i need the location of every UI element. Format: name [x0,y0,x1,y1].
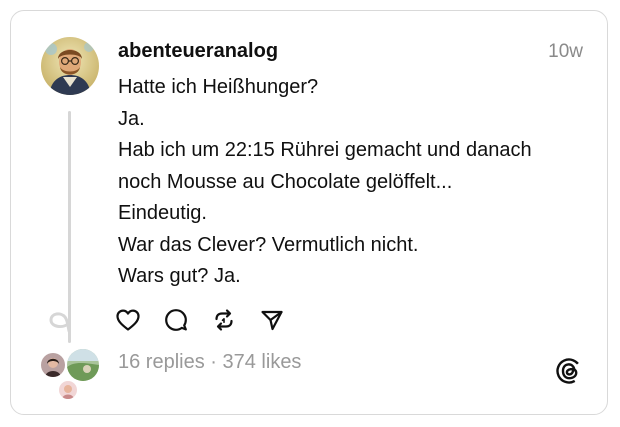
author-username[interactable]: abenteueranalog [118,40,278,63]
post-line: War das Clever? Vermutlich nicht. [118,233,419,256]
replies-count-link[interactable]: 16 replies [118,351,205,373]
repost-icon [215,309,233,331]
likes-count-link[interactable]: 374 likes [223,351,302,373]
post-timestamp: 10w [548,41,583,62]
post-line: Wars gut? Ja. [118,265,241,287]
post-line: noch Mousse au Chocolate gelöffelt... [118,170,453,193]
post-line: Eindeutig. [118,202,207,224]
replier-avatar [39,351,67,379]
author-avatar[interactable] [41,37,99,95]
post-line: Hab ich um 22:15 Rührei gemacht und dana… [118,139,532,161]
share-icon [261,310,283,331]
thread-loop-icon [49,312,71,333]
share-button[interactable] [259,307,285,333]
replier-avatar [57,379,79,401]
post-stats: 16 replies · 374 likes [118,351,301,374]
like-button[interactable] [115,307,141,333]
repost-button[interactable] [211,307,237,333]
replier-avatars[interactable] [37,347,103,401]
post-card: abenteueranalog 10w Hatte ich Heißhunger… [10,10,608,415]
heart-icon [116,309,140,331]
reply-button[interactable] [163,307,189,333]
post-line: Ja. [118,107,145,130]
stats-separator: · [204,351,223,373]
comment-icon [165,309,187,331]
post-body: Hatte ich Heißhunger? Ja. Hab ich um 22:… [118,72,598,293]
post-line: Hatte ich Heißhunger? [118,76,319,98]
replier-avatar [65,347,101,383]
threads-logo-icon[interactable] [555,357,583,385]
